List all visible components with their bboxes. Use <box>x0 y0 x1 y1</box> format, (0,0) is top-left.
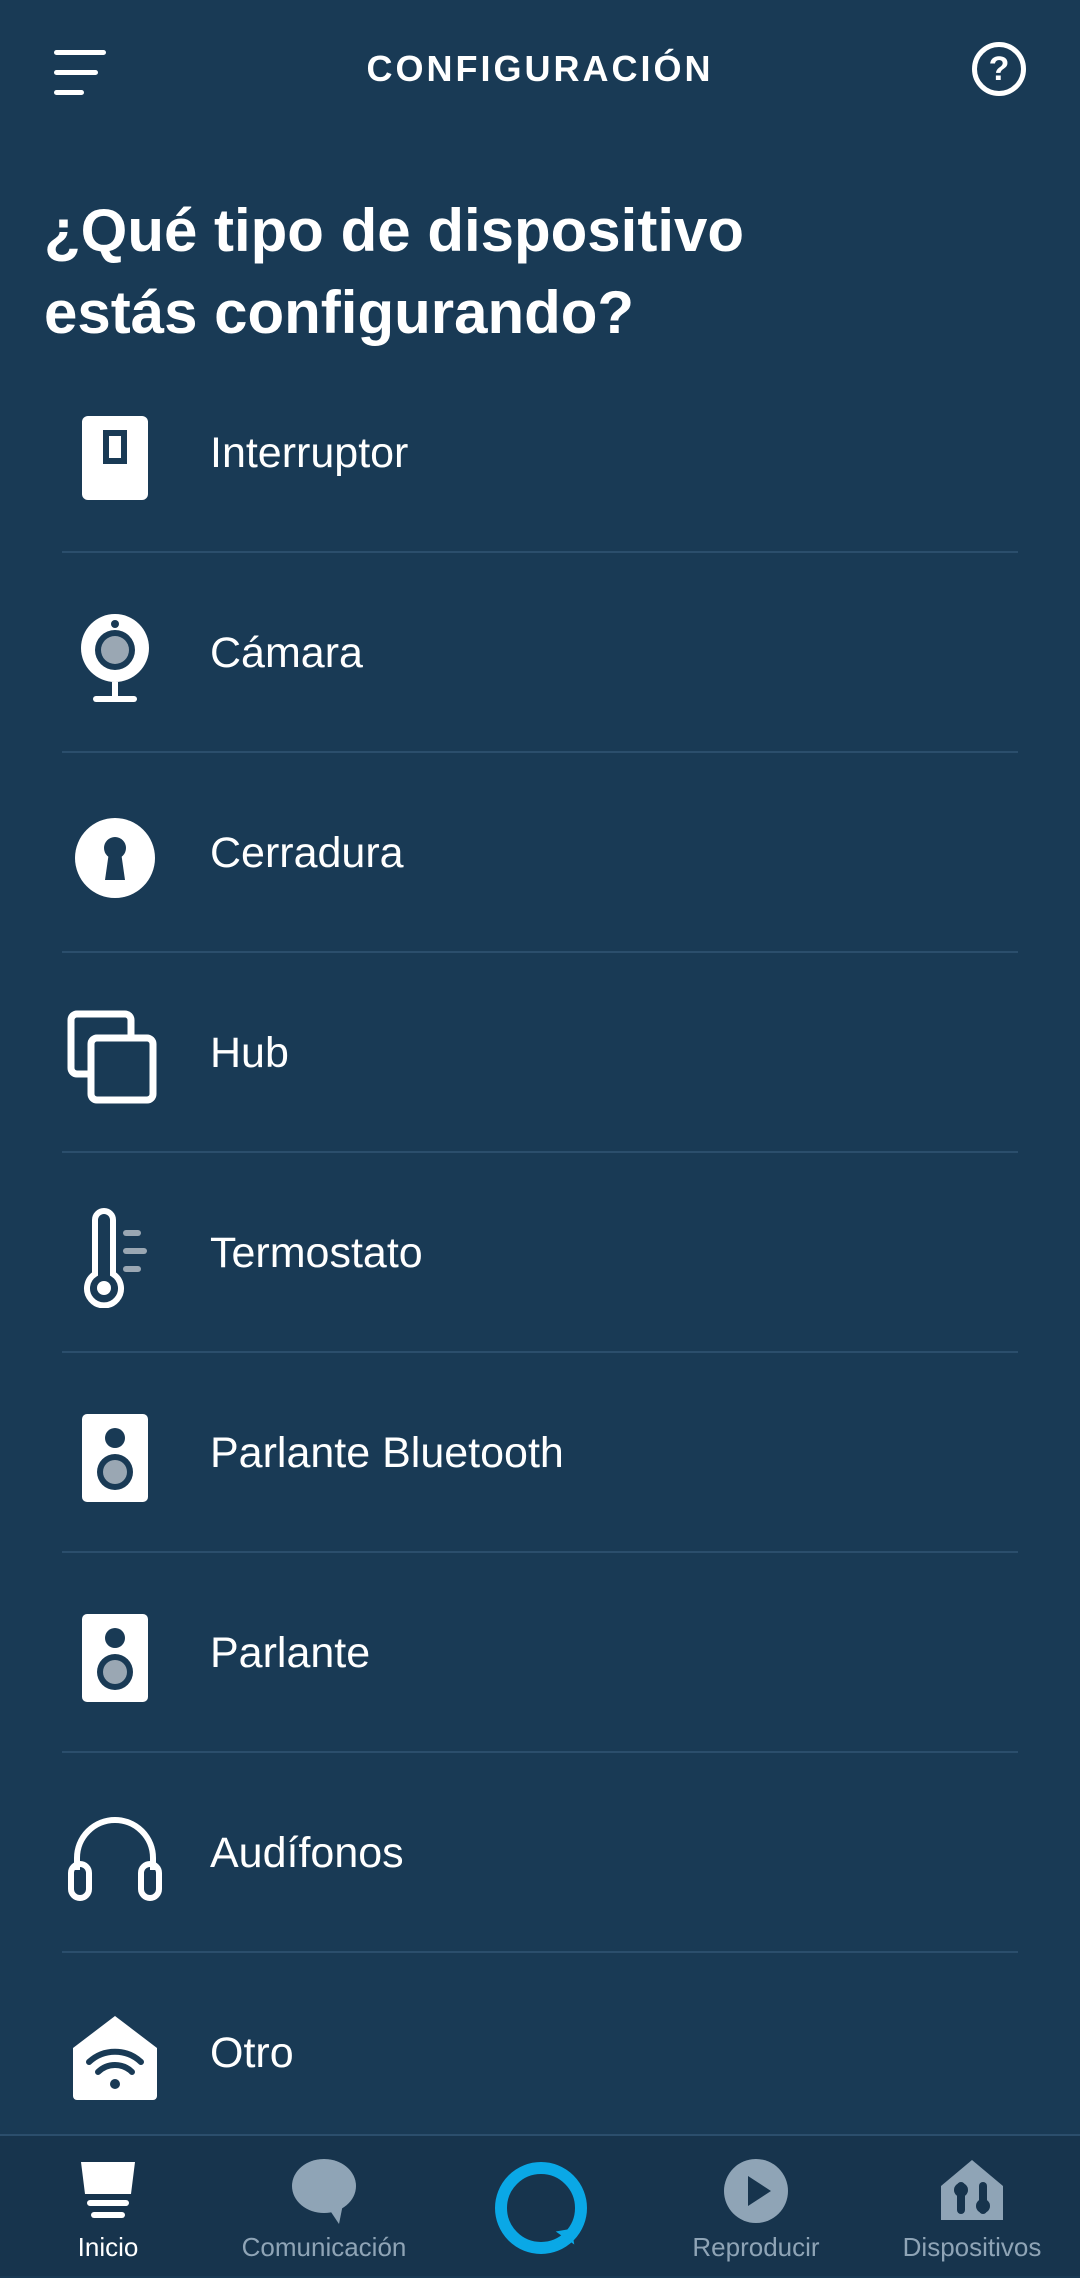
device-type-label: Cerradura <box>210 829 404 877</box>
camera-icon <box>65 608 165 708</box>
device-type-item-cerradura[interactable]: Cerradura <box>0 753 1080 953</box>
switch-icon <box>65 408 165 508</box>
device-type-item-parlante[interactable]: Parlante <box>0 1553 1080 1753</box>
headphones-icon <box>65 1808 165 1908</box>
hub-icon <box>65 1008 165 1108</box>
device-type-label: Audífonos <box>210 1829 404 1877</box>
nav-label: Inicio <box>77 2232 139 2262</box>
heading-line-2: estás configurando? <box>44 279 635 346</box>
help-icon[interactable]: ? <box>972 42 1026 96</box>
nav-play[interactable]: Reproducir <box>648 2136 864 2278</box>
speaker-icon <box>65 1408 165 1508</box>
device-type-label: Hub <box>210 1029 289 1077</box>
setup-question-heading: ¿Qué tipo de dispositivo estás configura… <box>44 190 944 354</box>
thermostat-icon <box>65 1208 165 1308</box>
nav-label: Dispositivos <box>902 2232 1042 2262</box>
device-type-label: Termostato <box>210 1229 423 1277</box>
device-type-label: Parlante <box>210 1629 371 1677</box>
device-type-item-parlante-bluetooth[interactable]: Parlante Bluetooth <box>0 1353 1080 1553</box>
nav-label: Comunicación <box>241 2232 407 2262</box>
top-app-bar: CONFIGURACIÓN ? <box>0 0 1080 145</box>
lock-icon <box>65 808 165 908</box>
alexa-ring-icon[interactable] <box>495 2162 587 2254</box>
bottom-navigation: Inicio Comunicación Reproducir Dispositi… <box>0 2134 1080 2276</box>
devices-house-icon <box>937 2156 1007 2226</box>
device-type-item-otro[interactable]: Otro <box>0 1953 1080 2130</box>
home-icon <box>73 2156 143 2226</box>
heading-line-1: ¿Qué tipo de dispositivo <box>44 197 745 264</box>
device-type-item-camara[interactable]: Cámara <box>0 553 1080 753</box>
speaker-icon <box>65 1608 165 1708</box>
nav-home[interactable]: Inicio <box>0 2136 216 2278</box>
home-wifi-icon <box>65 2008 165 2108</box>
device-type-item-audifonos[interactable]: Audífonos <box>0 1753 1080 1953</box>
device-type-item-hub[interactable]: Hub <box>0 953 1080 1153</box>
device-type-label: Parlante Bluetooth <box>210 1429 564 1477</box>
device-type-label: Otro <box>210 2029 294 2077</box>
device-type-label: Interruptor <box>210 429 409 477</box>
help-glyph: ? <box>988 49 1010 88</box>
page-title: CONFIGURACIÓN <box>366 48 714 89</box>
device-type-label: Cámara <box>210 629 363 677</box>
chat-bubble-icon <box>289 2156 359 2226</box>
device-type-list: Interruptor Cámara Cerradura Hub Termost… <box>0 405 1080 2130</box>
nav-devices[interactable]: Dispositivos <box>864 2136 1080 2278</box>
device-type-item-termostato[interactable]: Termostato <box>0 1153 1080 1353</box>
nav-communication[interactable]: Comunicación <box>216 2136 432 2278</box>
nav-label: Reproducir <box>692 2232 820 2262</box>
device-type-item-interruptor[interactable]: Interruptor <box>0 405 1080 553</box>
play-icon <box>721 2156 791 2226</box>
